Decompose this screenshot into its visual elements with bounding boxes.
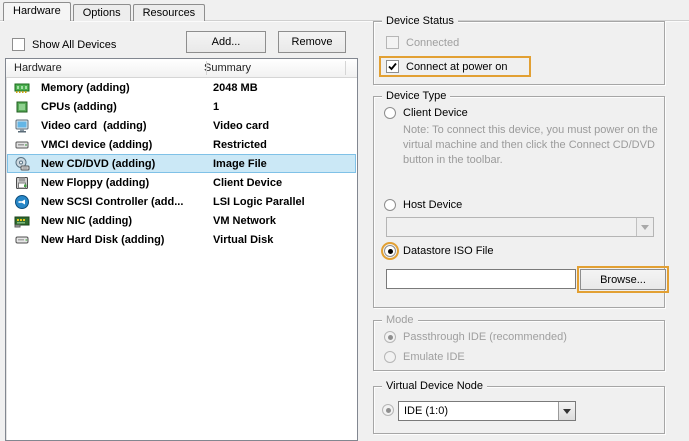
device-name: New NIC (adding) xyxy=(41,215,207,227)
host-device-dropdown xyxy=(386,217,654,237)
list-item-new-cd-dvd[interactable]: New CD/DVD (adding) Image File xyxy=(7,154,356,173)
iso-path-input[interactable] xyxy=(386,269,576,289)
connected-checkbox: Connected xyxy=(386,36,459,49)
device-name: CPUs (adding) xyxy=(41,101,207,113)
passthrough-ide-radio: Passthrough IDE (recommended) xyxy=(384,331,567,343)
list-item-video-card[interactable]: Video card (adding) Video card xyxy=(7,116,356,135)
tab-resources[interactable]: Resources xyxy=(133,4,206,21)
datastore-iso-label: Datastore ISO File xyxy=(403,245,493,257)
host-device-label: Host Device xyxy=(403,199,462,211)
browse-button[interactable]: Browse... xyxy=(580,269,666,290)
device-type-title: Device Type xyxy=(382,89,450,103)
chevron-down-icon xyxy=(636,218,653,236)
radio-selected-disabled-icon xyxy=(382,404,394,416)
cpu-icon xyxy=(14,99,30,115)
device-status-group: Device Status Connected Connect at power… xyxy=(373,21,665,85)
device-summary: LSI Logic Parallel xyxy=(213,196,305,208)
connect-at-power-on-label: Connect at power on xyxy=(406,61,508,73)
hardware-list[interactable]: Hardware Summary Memory (adding) 2048 MB… xyxy=(5,58,358,441)
tab-hardware[interactable]: Hardware xyxy=(3,2,71,21)
radio-unselected-icon[interactable] xyxy=(384,107,396,119)
client-device-label: Client Device xyxy=(403,107,468,119)
radio-selected-icon[interactable] xyxy=(384,245,396,257)
list-header[interactable]: Hardware Summary xyxy=(6,59,357,78)
device-node-radio xyxy=(382,404,394,416)
device-name: VMCI device (adding) xyxy=(41,139,207,151)
list-item-new-floppy[interactable]: New Floppy (adding) Client Device xyxy=(7,173,356,192)
radio-unselected-disabled-icon xyxy=(384,351,396,363)
vm-properties-dialog: Hardware Options Resources Show All Devi… xyxy=(0,0,689,441)
show-all-devices-checkbox[interactable]: Show All Devices xyxy=(12,38,116,51)
mode-title: Mode xyxy=(382,313,418,327)
column-header-summary[interactable]: Summary xyxy=(198,62,357,74)
checkbox-checked-icon[interactable] xyxy=(386,60,399,73)
radio-unselected-icon[interactable] xyxy=(384,199,396,211)
device-node-dropdown-value: IDE (1:0) xyxy=(399,405,558,417)
passthrough-ide-label: Passthrough IDE (recommended) xyxy=(403,331,567,343)
device-summary: Video card xyxy=(213,120,269,132)
hard-disk-icon xyxy=(14,232,30,248)
connected-label: Connected xyxy=(406,37,459,49)
list-item-cpus[interactable]: CPUs (adding) 1 xyxy=(7,97,356,116)
scsi-icon xyxy=(14,194,30,210)
memory-icon xyxy=(14,80,30,96)
checkbox-disabled-icon xyxy=(386,36,399,49)
device-name: New CD/DVD (adding) xyxy=(41,158,207,170)
device-summary: Virtual Disk xyxy=(213,234,273,246)
device-summary: Image File xyxy=(213,158,267,170)
host-device-radio[interactable]: Host Device xyxy=(384,199,462,211)
emulate-ide-radio: Emulate IDE xyxy=(384,351,465,363)
show-all-devices-label: Show All Devices xyxy=(32,39,116,51)
tab-options[interactable]: Options xyxy=(73,4,131,21)
list-item-vmci[interactable]: VMCI device (adding) Restricted xyxy=(7,135,356,154)
virtual-device-node-group: Virtual Device Node IDE (1:0) xyxy=(373,386,665,434)
column-divider[interactable] xyxy=(206,61,207,75)
device-summary: 2048 MB xyxy=(213,82,258,94)
column-header-hardware[interactable]: Hardware xyxy=(6,62,198,74)
device-name: Video card (adding) xyxy=(41,120,207,132)
add-button[interactable]: Add... xyxy=(186,31,266,53)
datastore-iso-highlight xyxy=(381,242,399,260)
connect-at-power-on-checkbox[interactable]: Connect at power on xyxy=(386,60,508,73)
device-summary: VM Network xyxy=(213,215,276,227)
checkbox-unchecked-icon[interactable] xyxy=(12,38,25,51)
chevron-down-icon[interactable] xyxy=(558,402,575,420)
virtual-device-node-title: Virtual Device Node xyxy=(382,379,487,393)
list-item-new-scsi-controller[interactable]: New SCSI Controller (add... LSI Logic Pa… xyxy=(7,192,356,211)
device-name: New SCSI Controller (add... xyxy=(41,196,207,208)
datastore-iso-radio[interactable]: Datastore ISO File xyxy=(384,245,493,257)
device-summary: Restricted xyxy=(213,139,267,151)
column-divider[interactable] xyxy=(345,61,346,75)
device-name: Memory (adding) xyxy=(41,82,207,94)
tab-bar: Hardware Options Resources xyxy=(3,2,207,21)
nic-icon xyxy=(14,213,30,229)
device-name: New Hard Disk (adding) xyxy=(41,234,207,246)
list-item-memory[interactable]: Memory (adding) 2048 MB xyxy=(7,78,356,97)
video-card-icon xyxy=(14,118,30,134)
device-status-title: Device Status xyxy=(382,14,458,28)
remove-button[interactable]: Remove xyxy=(278,31,346,53)
cd-dvd-icon xyxy=(14,156,30,172)
floppy-icon xyxy=(14,175,30,191)
radio-selected-disabled-icon xyxy=(384,331,396,343)
device-summary: 1 xyxy=(213,101,219,113)
client-device-radio[interactable]: Client Device xyxy=(384,107,468,119)
client-device-note: Note: To connect this device, you must p… xyxy=(403,123,665,168)
mode-group: Mode Passthrough IDE (recommended) Emula… xyxy=(373,320,665,371)
list-item-new-hard-disk[interactable]: New Hard Disk (adding) Virtual Disk xyxy=(7,230,356,249)
list-item-new-nic[interactable]: New NIC (adding) VM Network xyxy=(7,211,356,230)
device-type-group: Device Type Client Device Note: To conne… xyxy=(373,96,665,308)
emulate-ide-label: Emulate IDE xyxy=(403,351,465,363)
vmci-icon xyxy=(14,137,30,153)
device-node-dropdown[interactable]: IDE (1:0) xyxy=(398,401,576,421)
device-summary: Client Device xyxy=(213,177,282,189)
device-name: New Floppy (adding) xyxy=(41,177,207,189)
